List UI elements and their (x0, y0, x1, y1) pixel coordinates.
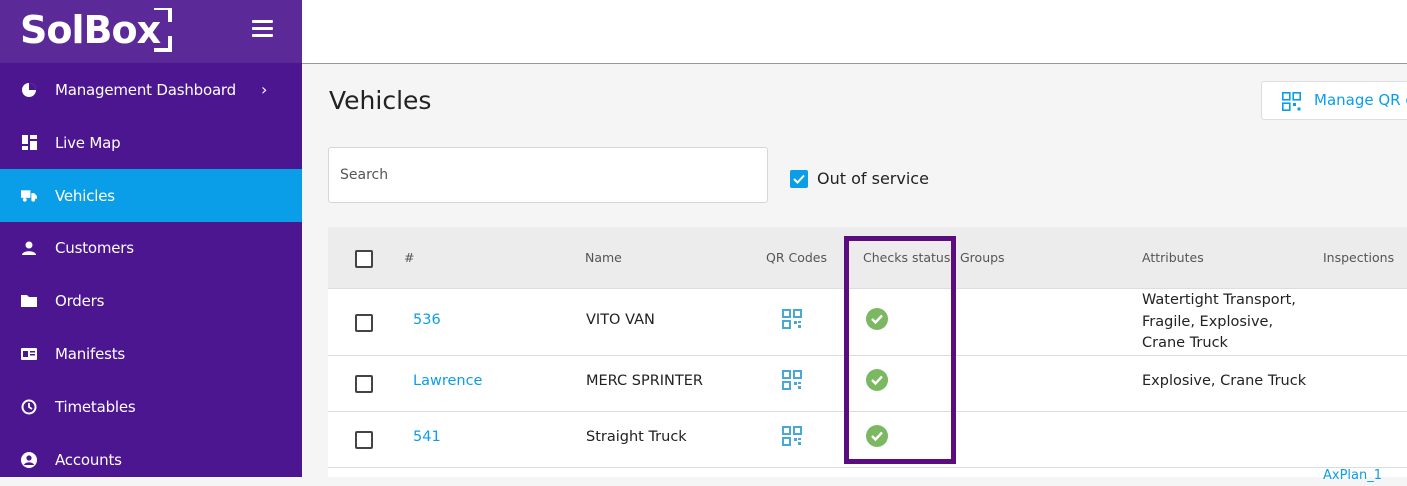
sidebar: SolBox Management Dashboard › Live Map V… (0, 0, 302, 477)
column-header-id[interactable]: # (404, 250, 414, 265)
solbox-logo[interactable]: SolBox (20, 8, 172, 52)
pie-chart-icon (21, 82, 37, 98)
sidebar-item-label: Live Map (55, 133, 121, 152)
chevron-right-icon: › (261, 80, 268, 99)
qr-code-icon[interactable] (782, 370, 802, 394)
manage-qr-label: Manage QR c (1314, 91, 1407, 109)
vehicle-id-link[interactable]: Lawrence (413, 373, 482, 389)
vehicle-name: MERC SPRINTER (586, 373, 703, 389)
sidebar-item-accounts[interactable]: Accounts (0, 433, 302, 486)
brand-bar: SolBox (0, 0, 302, 63)
logo-text: SolBox (20, 8, 161, 52)
dashboard-icon (21, 135, 37, 151)
clock-icon (21, 399, 37, 415)
column-header-attributes[interactable]: Attributes (1142, 250, 1204, 265)
sidebar-item-customers[interactable]: Customers (0, 221, 302, 274)
sidebar-item-vehicles[interactable]: Vehicles (0, 169, 302, 222)
checkmark-icon (793, 174, 805, 184)
top-bar (302, 0, 1407, 64)
sidebar-item-live-map[interactable]: Live Map (0, 116, 302, 169)
sidebar-item-label: Accounts (55, 450, 122, 469)
page-title: Vehicles (329, 86, 432, 115)
sidebar-item-orders[interactable]: Orders (0, 274, 302, 327)
column-header-inspections[interactable]: Inspections (1323, 250, 1394, 265)
row-checkbox[interactable] (355, 431, 373, 449)
sidebar-item-label: Customers (55, 238, 134, 257)
folder-icon (21, 293, 37, 309)
column-header-groups[interactable]: Groups (960, 250, 1005, 265)
sidebar-item-manifests[interactable]: Manifests (0, 327, 302, 380)
vehicle-name: Straight Truck (586, 429, 687, 445)
account-circle-icon (21, 451, 37, 468)
logo-brackets-icon (154, 8, 172, 52)
column-header-name[interactable]: Name (585, 250, 622, 265)
column-header-qr-codes[interactable]: QR Codes (766, 250, 827, 265)
id-card-icon (21, 346, 37, 362)
sidebar-item-label: Manifests (55, 344, 126, 363)
sidebar-item-label: Vehicles (55, 186, 115, 205)
select-all-checkbox[interactable] (355, 250, 373, 268)
person-icon (21, 240, 37, 256)
vehicle-name: VITO VAN (586, 312, 655, 328)
checks-status-highlight-box (844, 236, 956, 464)
vehicle-id-link[interactable]: 536 (413, 312, 441, 328)
sidebar-item-label: Management Dashboard (55, 80, 236, 99)
out-of-service-label: Out of service (817, 169, 929, 188)
vehicle-attributes: Watertight Transport, Fragile, Explosive… (1142, 292, 1296, 351)
inspection-plan-link[interactable]: AxPlan_1 (1323, 468, 1382, 483)
vehicle-attributes: Explosive, Crane Truck (1142, 373, 1307, 389)
search-input[interactable] (328, 147, 768, 203)
out-of-service-checkbox[interactable] (790, 170, 808, 188)
manage-qr-codes-button[interactable]: Manage QR c (1261, 81, 1407, 120)
menu-toggle-icon[interactable] (252, 20, 273, 37)
row-checkbox[interactable] (355, 375, 373, 393)
sidebar-item-label: Timetables (55, 397, 136, 416)
qr-code-icon (1282, 92, 1301, 115)
sidebar-item-management-dashboard[interactable]: Management Dashboard › (0, 63, 302, 116)
truck-icon (21, 188, 37, 204)
row-checkbox[interactable] (355, 314, 373, 332)
sidebar-item-timetables[interactable]: Timetables (0, 380, 302, 433)
qr-code-icon[interactable] (782, 309, 802, 333)
vehicle-id-link[interactable]: 541 (413, 429, 441, 445)
qr-code-icon[interactable] (782, 426, 802, 450)
sidebar-item-label: Orders (55, 291, 105, 310)
